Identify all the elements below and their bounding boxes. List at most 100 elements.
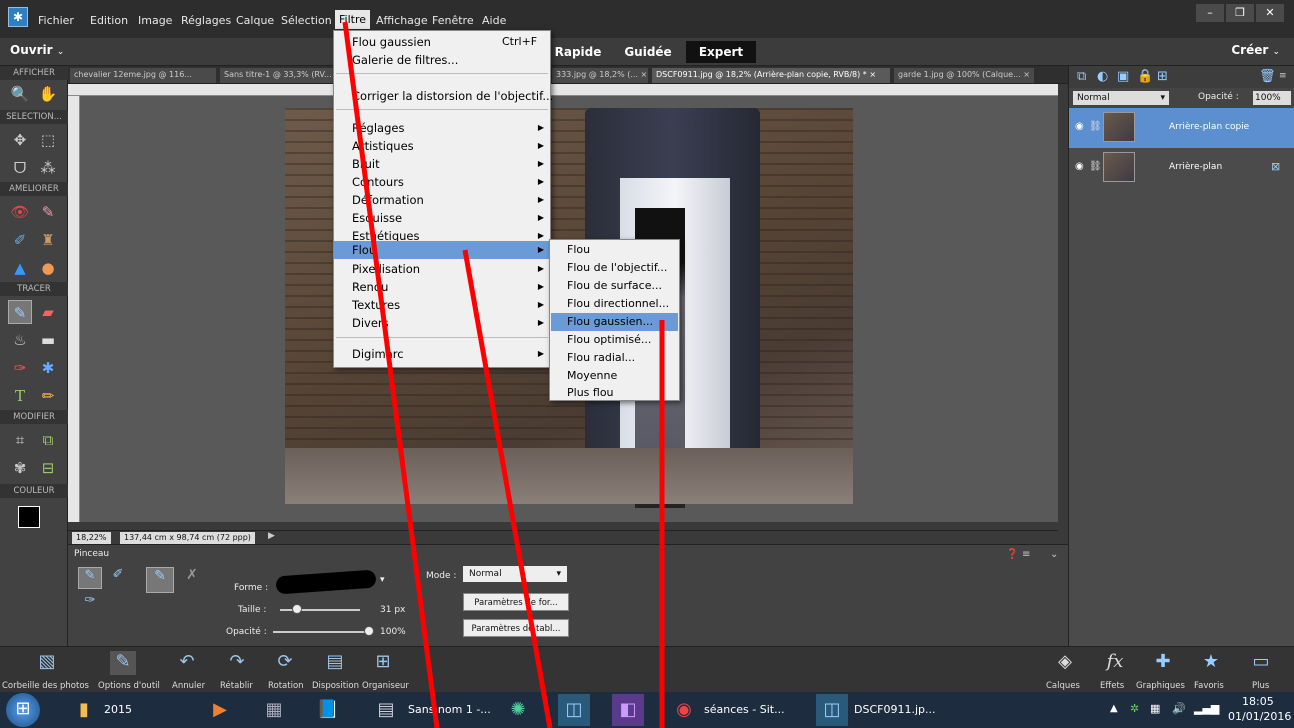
healing-brush-tool-icon[interactable]: ✎ [36,200,60,224]
menu-item-esquisse[interactable]: Esquisse [352,211,402,225]
undo-icon[interactable]: ↶ [174,651,200,675]
zoom-level[interactable]: 18,22% [72,532,111,544]
menu-fichier[interactable]: Fichier [38,14,74,27]
tray-network-icon[interactable]: ✲ [1130,702,1139,715]
menu-item-artistiques[interactable]: Artistiques [352,139,414,153]
lock-icon[interactable]: 🔒 [1137,69,1153,84]
tray-flag-icon[interactable]: ▦ [1150,702,1160,715]
zoom-tool-icon[interactable]: 🔍 [8,82,32,106]
eraser-tool-icon[interactable]: ▰ [36,300,60,324]
photoshop-elements-icon[interactable]: ◫ [558,694,590,726]
picasa-icon[interactable]: ✺ [502,694,534,726]
submenu-item[interactable]: Flou de l'objectif... [567,261,667,274]
doc-tab-active[interactable]: DSCF0911.jpg @ 18,2% (Arrière-plan copie… [652,68,890,83]
more-icon[interactable]: ▭ [1248,651,1274,675]
crop-tool-icon[interactable]: ⌗ [8,428,32,452]
submenu-item[interactable]: Moyenne [567,369,617,382]
smudge-tool-icon[interactable]: ✐ [8,228,32,252]
blend-mode-select[interactable]: Normal ▾ [1073,91,1169,105]
submenu-item[interactable]: Flou de surface... [567,279,662,292]
taskbar-item-label[interactable]: Sans nom 1 -... [408,703,491,716]
sponge-tool-icon[interactable]: ● [36,256,60,280]
mode-quick-button[interactable]: Rapide [553,41,603,63]
layer-row[interactable]: ◉ ⛓ Arrière-plan ⊠ [1069,148,1294,188]
marquee-tool-icon[interactable]: ⬚ [36,128,60,152]
gradient-tool-icon[interactable]: ▬ [36,328,60,352]
effects-icon[interactable]: fx [1102,651,1128,675]
submenu-item[interactable]: Flou optimisé... [567,333,651,346]
straighten-tool-icon[interactable]: ⊟ [36,456,60,480]
favorites-label[interactable]: Favoris [1194,681,1224,691]
photoshop-elements-icon[interactable]: ◫ [816,694,848,726]
menu-item-deformation[interactable]: Déformation [352,193,424,207]
start-button-icon[interactable]: ⊞ [6,693,40,727]
opacity-slider[interactable] [273,631,368,633]
clock-time[interactable]: 18:05 [1242,695,1274,708]
menu-item-rendu[interactable]: Rendu [352,280,388,294]
help-icon[interactable]: ❓ [1006,549,1018,560]
maximize-button[interactable]: ❐ [1226,4,1254,22]
new-layer-icon[interactable]: ⧉ [1077,69,1086,84]
options-menu-icon[interactable]: ≡ [1022,549,1030,560]
submenu-item[interactable]: Flou radial... [567,351,635,364]
mask-icon[interactable]: ▣ [1117,69,1129,84]
status-arrow-icon[interactable]: ▶ [268,531,275,541]
menu-item-bruit[interactable]: Bruit [352,157,380,171]
airbrush-off-icon[interactable]: ✎ [146,567,174,593]
rotate-icon[interactable]: ⟳ [272,651,298,675]
menu-image[interactable]: Image [138,14,172,27]
chevron-down-icon[interactable]: ▾ [380,575,385,585]
layer-row-selected[interactable]: ◉ ⛓ Arrière-plan copie [1069,108,1294,148]
media-player-icon[interactable]: ▶ [204,694,236,726]
taskbar-item-label[interactable]: 2015 [104,703,132,716]
premiere-elements-icon[interactable]: ◧ [612,694,644,726]
eye-icon[interactable]: ◉ [1075,161,1084,172]
menu-item-digimarc[interactable]: Digimarc [352,347,404,361]
menu-item-reglages[interactable]: Réglages [352,121,404,135]
mode-expert-button[interactable]: Expert [686,41,756,63]
menu-item-divers[interactable]: Divers [352,316,389,330]
link-icon[interactable]: ⛓ [1089,161,1102,172]
collapse-chevron-icon[interactable]: ⌄ [1050,549,1058,560]
mode-select[interactable]: Normal ▾ [463,566,567,582]
menu-reglages[interactable]: Réglages [181,14,231,27]
fill-layer-icon[interactable]: ◐ [1097,69,1108,84]
doc-tab[interactable]: chevalier 12eme.jpg @ 116... [70,68,216,83]
menu-item-corriger-distorsion[interactable]: Corriger la distorsion de l'objectif... [352,89,553,103]
close-button[interactable]: ✕ [1256,4,1284,22]
tool-options-label[interactable]: Options d'outil [98,681,160,691]
menu-item-flou-gaussien[interactable]: Flou gaussien [352,35,431,49]
size-slider-thumb[interactable] [292,604,302,614]
brush-stroke-preview[interactable] [275,569,377,595]
menu-calque[interactable]: Calque [236,14,274,27]
effects-label[interactable]: Effets [1100,681,1124,691]
menu-item-galerie[interactable]: Galerie de filtres... [352,53,458,67]
recompose-tool-icon[interactable]: ⧉ [36,428,60,452]
link-icon[interactable]: ⛓ [1089,121,1102,132]
menu-selection[interactable]: Sélection [281,14,332,27]
brush-mode-icon[interactable]: ✎ [78,567,102,589]
brush-tool-icon[interactable]: ✎ [8,300,32,324]
lock-all-icon[interactable]: ⊞ [1157,69,1168,84]
opacity-input[interactable]: 100% [1253,91,1291,105]
content-aware-move-tool-icon[interactable]: ✾ [8,456,32,480]
undo-label[interactable]: Annuler [172,681,205,691]
custom-shape-tool-icon[interactable]: ✱ [36,356,60,380]
redo-label[interactable]: Rétablir [220,681,253,691]
foreground-color-swatch[interactable] [18,506,40,528]
panel-menu-icon[interactable]: ≡ [1279,71,1287,81]
pencil-tool-icon[interactable]: ✏ [36,384,60,408]
eyedropper-tool-icon[interactable]: ✑ [8,356,32,380]
menu-filtre[interactable]: Filtre [335,10,371,29]
tool-options-icon[interactable]: ✎ [110,651,136,675]
writer-icon[interactable]: ▤ [370,694,402,726]
magic-wand-tool-icon[interactable]: ⁂ [36,156,60,180]
minimize-button[interactable]: – [1196,4,1224,22]
layers-label[interactable]: Calques [1046,681,1080,691]
menu-edition[interactable]: Edition [90,14,128,27]
clock-date[interactable]: 01/01/2016 [1228,710,1291,723]
menu-item-flou[interactable]: Flou [334,241,550,259]
layout-label[interactable]: Disposition [312,681,359,691]
create-button[interactable]: Créer ⌄ [1231,43,1280,57]
menu-item-contours[interactable]: Contours [352,175,404,189]
